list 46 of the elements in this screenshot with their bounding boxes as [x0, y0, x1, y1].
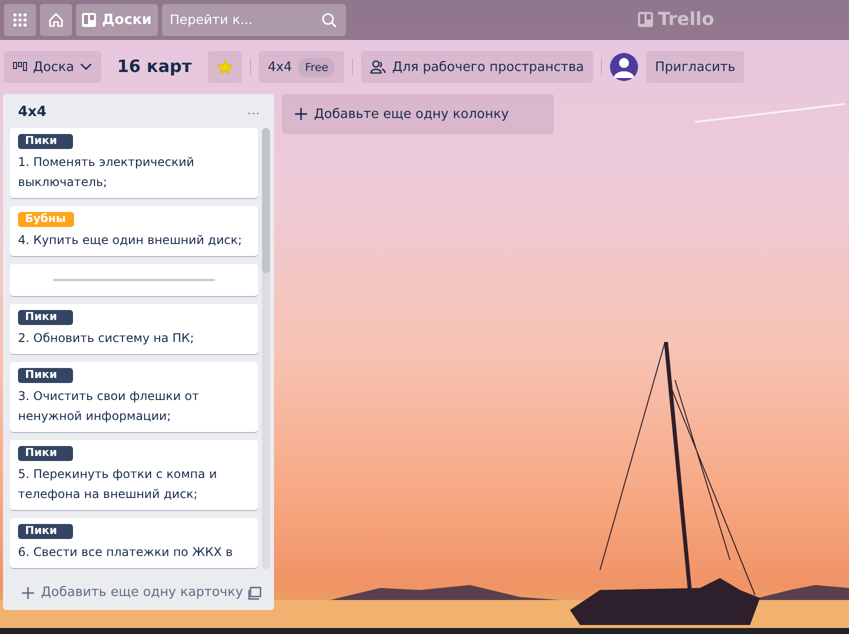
task-card[interactable]: Пики 5. Перекинуть фотки с компа и телефона на внешний диск;	[10, 440, 258, 510]
add-list-button[interactable]: Добавьте еще одну колонку	[282, 94, 554, 134]
home-icon	[48, 12, 64, 28]
board-view-icon	[13, 62, 27, 72]
card-label: Пики	[18, 310, 73, 325]
plan-badge: Free	[298, 58, 336, 76]
card-label: Пики	[18, 446, 73, 461]
card-text: 5. Перекинуть фотки с компа и телефона на внешний диск;	[18, 466, 218, 503]
star-button[interactable]	[208, 51, 242, 83]
search-icon	[320, 12, 337, 28]
list-menu-button[interactable]: ···	[245, 104, 262, 120]
task-card[interactable]: Пики 3. Очистить свои флешки от ненужной информации;	[10, 362, 258, 432]
task-card[interactable]: Пики 6. Свести все платежки по ЖКХ в	[10, 518, 258, 568]
card-label: Пики	[18, 524, 73, 539]
card-label: Пики	[18, 134, 73, 149]
invite-button[interactable]: Пригласить	[646, 51, 744, 83]
card-text: 6. Свести все платежки по ЖКХ в	[18, 544, 234, 561]
avatar-icon[interactable]	[610, 53, 638, 81]
task-card[interactable]: Пики 1. Поменять электрический выключатель;	[10, 128, 258, 198]
divider-card[interactable]	[10, 264, 258, 296]
card-text: 4. Купить еще один внешний диск;	[18, 232, 243, 249]
home-button[interactable]	[40, 4, 72, 36]
plus-icon	[21, 586, 35, 600]
card-text: 2. Обновить систему на ПК;	[18, 330, 195, 347]
apps-menu-button[interactable]	[4, 4, 36, 36]
plus-icon	[294, 107, 308, 121]
card-label: Пики	[18, 368, 73, 383]
board-title: 16 карт	[116, 57, 193, 77]
task-card[interactable]: Пики 2. Обновить систему на ПК;	[10, 304, 258, 354]
view-switcher[interactable]: Доска	[4, 51, 102, 83]
add-card-button[interactable]: Добавить еще одну карточку	[21, 585, 244, 600]
card-label: Бубны	[18, 212, 74, 227]
template-icon[interactable]	[248, 586, 262, 600]
board-icon	[82, 13, 96, 27]
scrollbar-thumb[interactable]	[262, 128, 270, 273]
visibility-button[interactable]: Для рабочего пространства	[361, 51, 593, 83]
workspace-button[interactable]: 4x4 Free	[258, 51, 344, 83]
logo-text: Trello	[658, 9, 714, 30]
logo-icon	[638, 12, 653, 27]
card-text: 3. Очистить свои флешки от ненужной информации;	[18, 388, 200, 425]
chevron-down-icon	[80, 63, 92, 71]
card-text: 1. Поменять электрический выключатель;	[18, 154, 196, 191]
people-icon	[370, 60, 386, 74]
list-title: 4x4	[18, 104, 47, 120]
grid-icon	[13, 13, 27, 27]
task-card[interactable]: Бубны 4. Купить еще один внешний диск;	[10, 206, 258, 256]
